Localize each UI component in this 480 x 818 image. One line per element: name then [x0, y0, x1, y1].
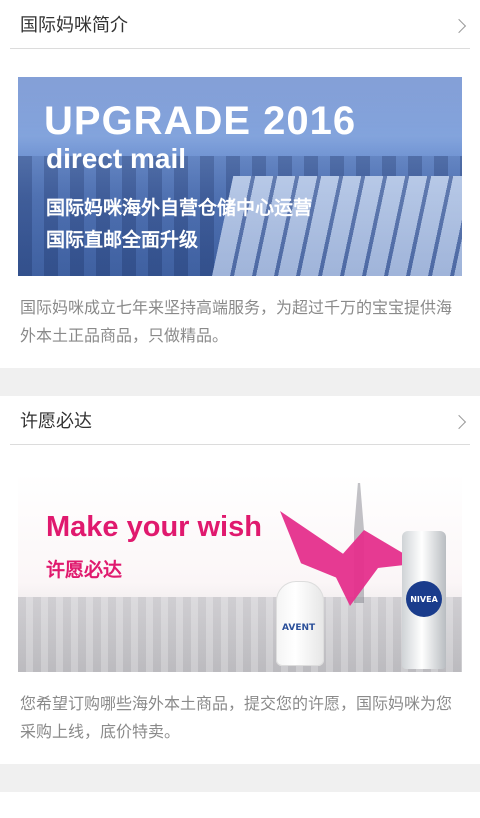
banner-background-airport — [212, 176, 462, 276]
shaving-gel-can-image: NIVEA — [402, 531, 446, 669]
baby-bottle-image: AVENT — [276, 581, 324, 666]
section-international-mommy-intro: 国际妈咪简介 UPGRADE 2016 direct mail 国际妈咪海外自营… — [0, 0, 480, 368]
banner-subheadline: 许愿必达 — [46, 559, 123, 581]
bottle-brand: AVENT — [282, 623, 316, 633]
section-make-a-wish: 许愿必达 Make your wish 许愿必达 AVENT NIVEA 您希望… — [0, 396, 480, 764]
section-description: 您希望订购哪些海外本土商品，提交您的许愿，国际妈咪为您采购上线，底价特卖。 — [20, 694, 453, 741]
banner-line-2: 国际直邮全面升级 — [46, 229, 199, 251]
section-title: 国际妈咪简介 — [20, 15, 128, 36]
banner-headline: Make your wish — [46, 511, 262, 543]
section-title: 许愿必达 — [20, 411, 92, 432]
section-header-intro[interactable]: 国际妈咪简介 — [10, 0, 470, 49]
chevron-right-icon[interactable] — [451, 18, 467, 34]
banner-headline: UPGRADE 2016 — [44, 99, 357, 143]
chevron-right-icon[interactable] — [451, 414, 467, 430]
section-gap — [0, 368, 480, 396]
next-section-peek — [0, 792, 480, 818]
section-header-wish[interactable]: 许愿必达 — [10, 396, 470, 445]
banner-make-your-wish[interactable]: Make your wish 许愿必达 AVENT NIVEA — [18, 473, 462, 672]
can-brand: NIVEA — [406, 581, 442, 617]
section-gap — [0, 764, 480, 792]
banner-line-1: 国际妈咪海外自营仓储中心运营 — [46, 197, 313, 219]
banner-background-city — [18, 597, 462, 672]
banner-upgrade-2016[interactable]: UPGRADE 2016 direct mail 国际妈咪海外自营仓储中心运营 … — [18, 77, 462, 276]
banner-subheadline: direct mail — [46, 143, 187, 174]
section-description: 国际妈咪成立七年来坚持高端服务，为超过千万的宝宝提供海外本土正品商品，只做精品。 — [20, 298, 453, 345]
